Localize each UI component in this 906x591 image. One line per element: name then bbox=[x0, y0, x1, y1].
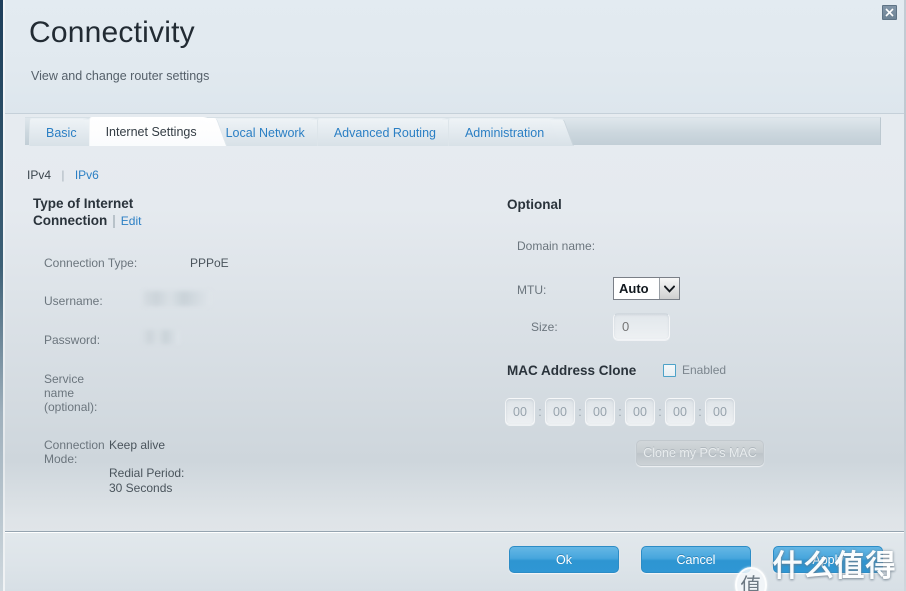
close-button[interactable] bbox=[882, 5, 897, 20]
tab-administration[interactable]: Administration bbox=[447, 118, 575, 146]
size-label: Size: bbox=[531, 320, 558, 334]
mac-separator: : bbox=[618, 404, 622, 419]
mac-octet-5[interactable] bbox=[665, 398, 695, 425]
tab-label: Advanced Routing bbox=[333, 125, 436, 140]
mac-clone-enabled-checkbox[interactable]: Enabled bbox=[663, 363, 726, 377]
connection-mode-line1: Connection bbox=[44, 438, 105, 452]
type-of-internet-connection-heading: Type of Internet Connection | Edit bbox=[33, 195, 193, 230]
service-name-line1: Service bbox=[44, 372, 85, 386]
tab-basic[interactable]: Basic bbox=[29, 118, 107, 146]
tab-label: Basic bbox=[46, 125, 77, 140]
page-subtitle: View and change router settings bbox=[31, 69, 210, 83]
service-name-line2: name bbox=[44, 386, 75, 400]
service-name-line3: (optional): bbox=[44, 400, 98, 414]
ip-version-switch: IPv4 | IPv6 bbox=[27, 168, 99, 182]
connection-type-value: PPPoE bbox=[190, 256, 229, 270]
cancel-button[interactable]: Cancel bbox=[641, 546, 751, 573]
dialog-content: IPv4 | IPv6 Type of Internet Connection |… bbox=[5, 146, 904, 531]
mac-octet-1[interactable] bbox=[505, 398, 535, 425]
chevron-down-icon[interactable] bbox=[659, 278, 679, 299]
close-icon bbox=[885, 8, 894, 17]
connection-mode-value: Keep alive bbox=[109, 438, 166, 452]
mac-address-fields: ::::: bbox=[505, 398, 735, 425]
mac-address-clone-heading: MAC Address Clone bbox=[507, 363, 637, 378]
connection-type-label: Connection Type: bbox=[44, 256, 138, 270]
mac-separator: : bbox=[658, 404, 662, 419]
apply-button[interactable]: Apply bbox=[773, 546, 883, 573]
ipv6-link[interactable]: IPv6 bbox=[75, 168, 99, 182]
mac-octet-2[interactable] bbox=[545, 398, 575, 425]
tab-label: Internet Settings bbox=[105, 125, 197, 139]
toc-pipe: | bbox=[112, 213, 116, 228]
redial-period-value: 30 Seconds bbox=[109, 481, 173, 495]
service-name-label: Service name (optional): bbox=[44, 372, 134, 414]
password-value-redacted[interactable] bbox=[143, 330, 180, 344]
mac-octet-3[interactable] bbox=[585, 398, 615, 425]
mac-separator: : bbox=[578, 404, 582, 419]
connection-mode-line2: Mode: bbox=[44, 452, 78, 466]
clone-my-pc-mac-button[interactable]: Clone my PC's MAC bbox=[636, 440, 764, 466]
ip-version-separator: | bbox=[61, 168, 65, 182]
size-input[interactable] bbox=[613, 313, 670, 340]
tab-list: Basic Internet Settings Local Network Advan… bbox=[29, 117, 575, 146]
ipv4-link[interactable]: IPv4 bbox=[27, 168, 51, 182]
username-label: Username: bbox=[44, 294, 103, 308]
toc-title-line2: Connection bbox=[33, 213, 108, 228]
mac-octet-6[interactable] bbox=[705, 398, 735, 425]
redial-period-label: Redial Period: bbox=[109, 466, 185, 480]
tab-label: Local Network bbox=[225, 125, 305, 140]
domain-name-label: Domain name: bbox=[517, 239, 596, 253]
ok-button[interactable]: Ok bbox=[509, 546, 619, 573]
mac-clone-enabled-label: Enabled bbox=[682, 363, 727, 377]
connectivity-dialog: Connectivity View and change router sett… bbox=[0, 0, 906, 591]
mac-separator: : bbox=[538, 404, 542, 419]
page-title: Connectivity bbox=[29, 16, 195, 49]
password-label: Password: bbox=[44, 333, 101, 347]
dialog-footer: Ok Cancel Apply bbox=[5, 531, 904, 591]
username-value-redacted[interactable] bbox=[143, 291, 211, 306]
internet-connection-panel: Type of Internet Connection | Edit Connect… bbox=[33, 195, 323, 495]
toc-title-line1: Type of Internet bbox=[33, 196, 134, 211]
mac-octet-4[interactable] bbox=[625, 398, 655, 425]
mac-separator: : bbox=[698, 404, 702, 419]
checkbox-icon bbox=[663, 363, 676, 377]
tab-advanced-routing[interactable]: Advanced Routing bbox=[316, 118, 466, 146]
mtu-selected-value: Auto bbox=[619, 281, 649, 296]
tab-internet-settings[interactable]: Internet Settings bbox=[88, 117, 227, 146]
mtu-select[interactable]: Auto bbox=[613, 277, 680, 300]
optional-heading: Optional bbox=[507, 197, 562, 212]
mtu-label: MTU: bbox=[517, 283, 547, 297]
edit-link[interactable]: Edit bbox=[121, 214, 142, 228]
dialog-header: Connectivity View and change router sett… bbox=[5, 0, 904, 114]
tab-label: Administration bbox=[464, 125, 545, 140]
tab-strip: Basic Internet Settings Local Network Advan… bbox=[5, 114, 904, 146]
